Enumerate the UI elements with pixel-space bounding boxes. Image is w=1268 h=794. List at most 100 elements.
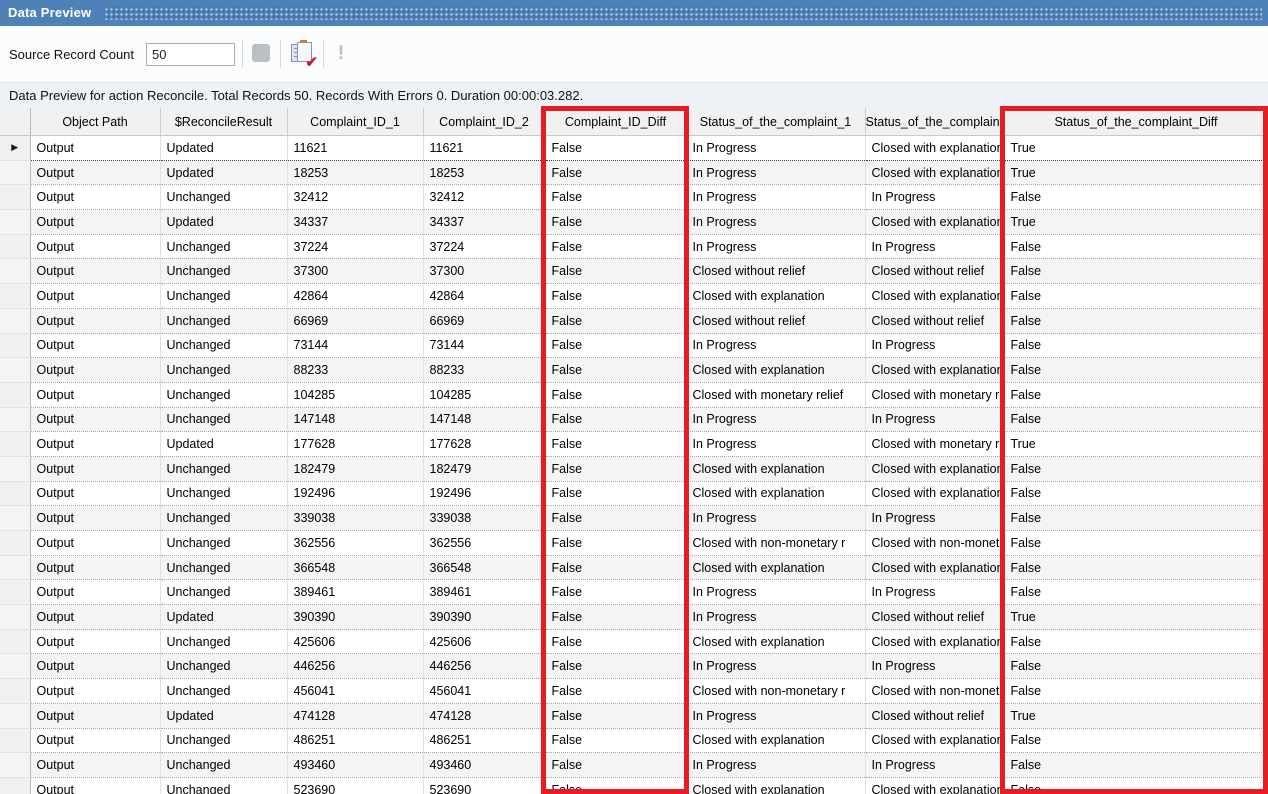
grid-cell[interactable]: False <box>1004 629 1268 654</box>
grid-cell[interactable]: 66969 <box>423 308 545 333</box>
grid-cell[interactable]: False <box>1004 481 1268 506</box>
grid-cell[interactable]: Unchanged <box>160 382 287 407</box>
grid-cell[interactable]: False <box>545 259 686 284</box>
grid-cell[interactable]: False <box>545 703 686 728</box>
grid-cell[interactable]: In Progress <box>686 210 865 235</box>
grid-cell[interactable]: 37300 <box>423 259 545 284</box>
row-selector[interactable] <box>0 308 30 333</box>
grid-cell[interactable]: 339038 <box>287 506 423 531</box>
row-selector[interactable] <box>0 555 30 580</box>
grid-cell[interactable]: False <box>1004 308 1268 333</box>
grid-cell[interactable]: False <box>1004 333 1268 358</box>
grid-cell[interactable]: Unchanged <box>160 555 287 580</box>
grid-cell[interactable]: 366548 <box>423 555 545 580</box>
grid-cell[interactable]: Closed with explanation <box>865 555 1004 580</box>
grid-cell[interactable]: Closed with explanation <box>686 284 865 309</box>
grid-cell[interactable]: Output <box>30 407 160 432</box>
grid-cell[interactable]: In Progress <box>865 753 1004 778</box>
grid-cell[interactable]: False <box>545 679 686 704</box>
grid-cell[interactable]: In Progress <box>686 407 865 432</box>
grid-cell[interactable]: 389461 <box>423 580 545 605</box>
grid-cell[interactable]: Closed with explanation <box>865 358 1004 383</box>
grid-cell[interactable]: 493460 <box>423 753 545 778</box>
row-selector[interactable] <box>0 629 30 654</box>
grid-cell[interactable]: Updated <box>160 605 287 630</box>
grid-cell[interactable]: Unchanged <box>160 580 287 605</box>
grid-cell[interactable]: False <box>545 555 686 580</box>
grid-cell[interactable]: 104285 <box>287 382 423 407</box>
grid-cell[interactable]: Output <box>30 136 160 161</box>
grid-cell[interactable]: False <box>1004 654 1268 679</box>
grid-cell[interactable]: Output <box>30 753 160 778</box>
grid-cell[interactable]: 147148 <box>423 407 545 432</box>
grid-cell[interactable]: False <box>1004 259 1268 284</box>
grid-cell[interactable]: False <box>545 234 686 259</box>
grid-cell[interactable]: 192496 <box>423 481 545 506</box>
grid-cell[interactable]: In Progress <box>686 506 865 531</box>
grid-cell[interactable]: False <box>1004 728 1268 753</box>
grid-cell[interactable]: Output <box>30 506 160 531</box>
grid-cell[interactable]: 486251 <box>423 728 545 753</box>
grid-cell[interactable]: Closed with non-monetary r <box>686 531 865 556</box>
grid-cell[interactable]: Output <box>30 555 160 580</box>
grid-cell[interactable]: Output <box>30 580 160 605</box>
grid-cell[interactable]: Output <box>30 629 160 654</box>
row-selector[interactable] <box>0 407 30 432</box>
grid-cell[interactable]: 147148 <box>287 407 423 432</box>
grid-cell[interactable]: Unchanged <box>160 728 287 753</box>
row-selector[interactable] <box>0 531 30 556</box>
row-selector[interactable] <box>0 654 30 679</box>
grid-cell[interactable]: Unchanged <box>160 753 287 778</box>
row-selector[interactable] <box>0 580 30 605</box>
row-selector[interactable] <box>0 605 30 630</box>
grid-cell[interactable]: 104285 <box>423 382 545 407</box>
grid-cell[interactable]: 362556 <box>287 531 423 556</box>
grid-cell[interactable]: Unchanged <box>160 308 287 333</box>
row-selector[interactable] <box>0 679 30 704</box>
grid-cell[interactable]: Output <box>30 284 160 309</box>
grid-cell[interactable]: In Progress <box>865 580 1004 605</box>
grid-cell[interactable]: False <box>545 753 686 778</box>
grid-cell[interactable]: Updated <box>160 703 287 728</box>
grid-cell[interactable]: 389461 <box>287 580 423 605</box>
grid-cell[interactable]: In Progress <box>865 407 1004 432</box>
grid-cell[interactable]: Output <box>30 481 160 506</box>
grid-cell[interactable]: Output <box>30 654 160 679</box>
column-header-object-path[interactable]: Object Path <box>30 108 160 136</box>
row-selector[interactable]: ▶ <box>0 136 30 161</box>
grid-cell[interactable]: 182479 <box>423 456 545 481</box>
grid-cell[interactable]: Closed with explanation <box>865 629 1004 654</box>
grid-cell[interactable]: False <box>545 382 686 407</box>
grid-cell[interactable]: Closed with non-monetary r <box>865 531 1004 556</box>
grid-cell[interactable]: Unchanged <box>160 456 287 481</box>
grid-cell[interactable]: True <box>1004 703 1268 728</box>
row-selector[interactable] <box>0 456 30 481</box>
grid-cell[interactable]: Closed with monetary relief <box>865 432 1004 457</box>
grid-cell[interactable]: Closed with explanation <box>865 284 1004 309</box>
grid-cell[interactable]: 18253 <box>423 160 545 185</box>
grid-cell[interactable]: Output <box>30 605 160 630</box>
grid-cell[interactable]: 474128 <box>423 703 545 728</box>
grid-cell[interactable]: Closed with monetary relief <box>865 382 1004 407</box>
grid-cell[interactable]: 42864 <box>423 284 545 309</box>
grid-cell[interactable]: Closed with explanation <box>686 456 865 481</box>
grid-cell[interactable]: In Progress <box>686 753 865 778</box>
grid-cell[interactable]: Closed with explanation <box>865 136 1004 161</box>
stop-square-icon[interactable] <box>252 44 270 62</box>
row-selector[interactable] <box>0 753 30 778</box>
grid-cell[interactable]: Output <box>30 777 160 794</box>
grid-cell[interactable]: Closed without relief <box>686 308 865 333</box>
grid-cell[interactable]: False <box>545 777 686 794</box>
row-selector[interactable] <box>0 777 30 794</box>
grid-cell[interactable]: Output <box>30 531 160 556</box>
grid-cell[interactable]: Unchanged <box>160 234 287 259</box>
grid-cell[interactable]: False <box>545 136 686 161</box>
grid-cell[interactable]: In Progress <box>686 185 865 210</box>
warning-exclamation-icon[interactable]: ! <box>334 42 348 66</box>
grid-cell[interactable]: In Progress <box>686 234 865 259</box>
grid-cell[interactable]: 390390 <box>287 605 423 630</box>
grid-cell[interactable]: Output <box>30 160 160 185</box>
grid-cell[interactable]: 34337 <box>287 210 423 235</box>
grid-cell[interactable]: In Progress <box>686 580 865 605</box>
grid-cell[interactable]: 425606 <box>287 629 423 654</box>
